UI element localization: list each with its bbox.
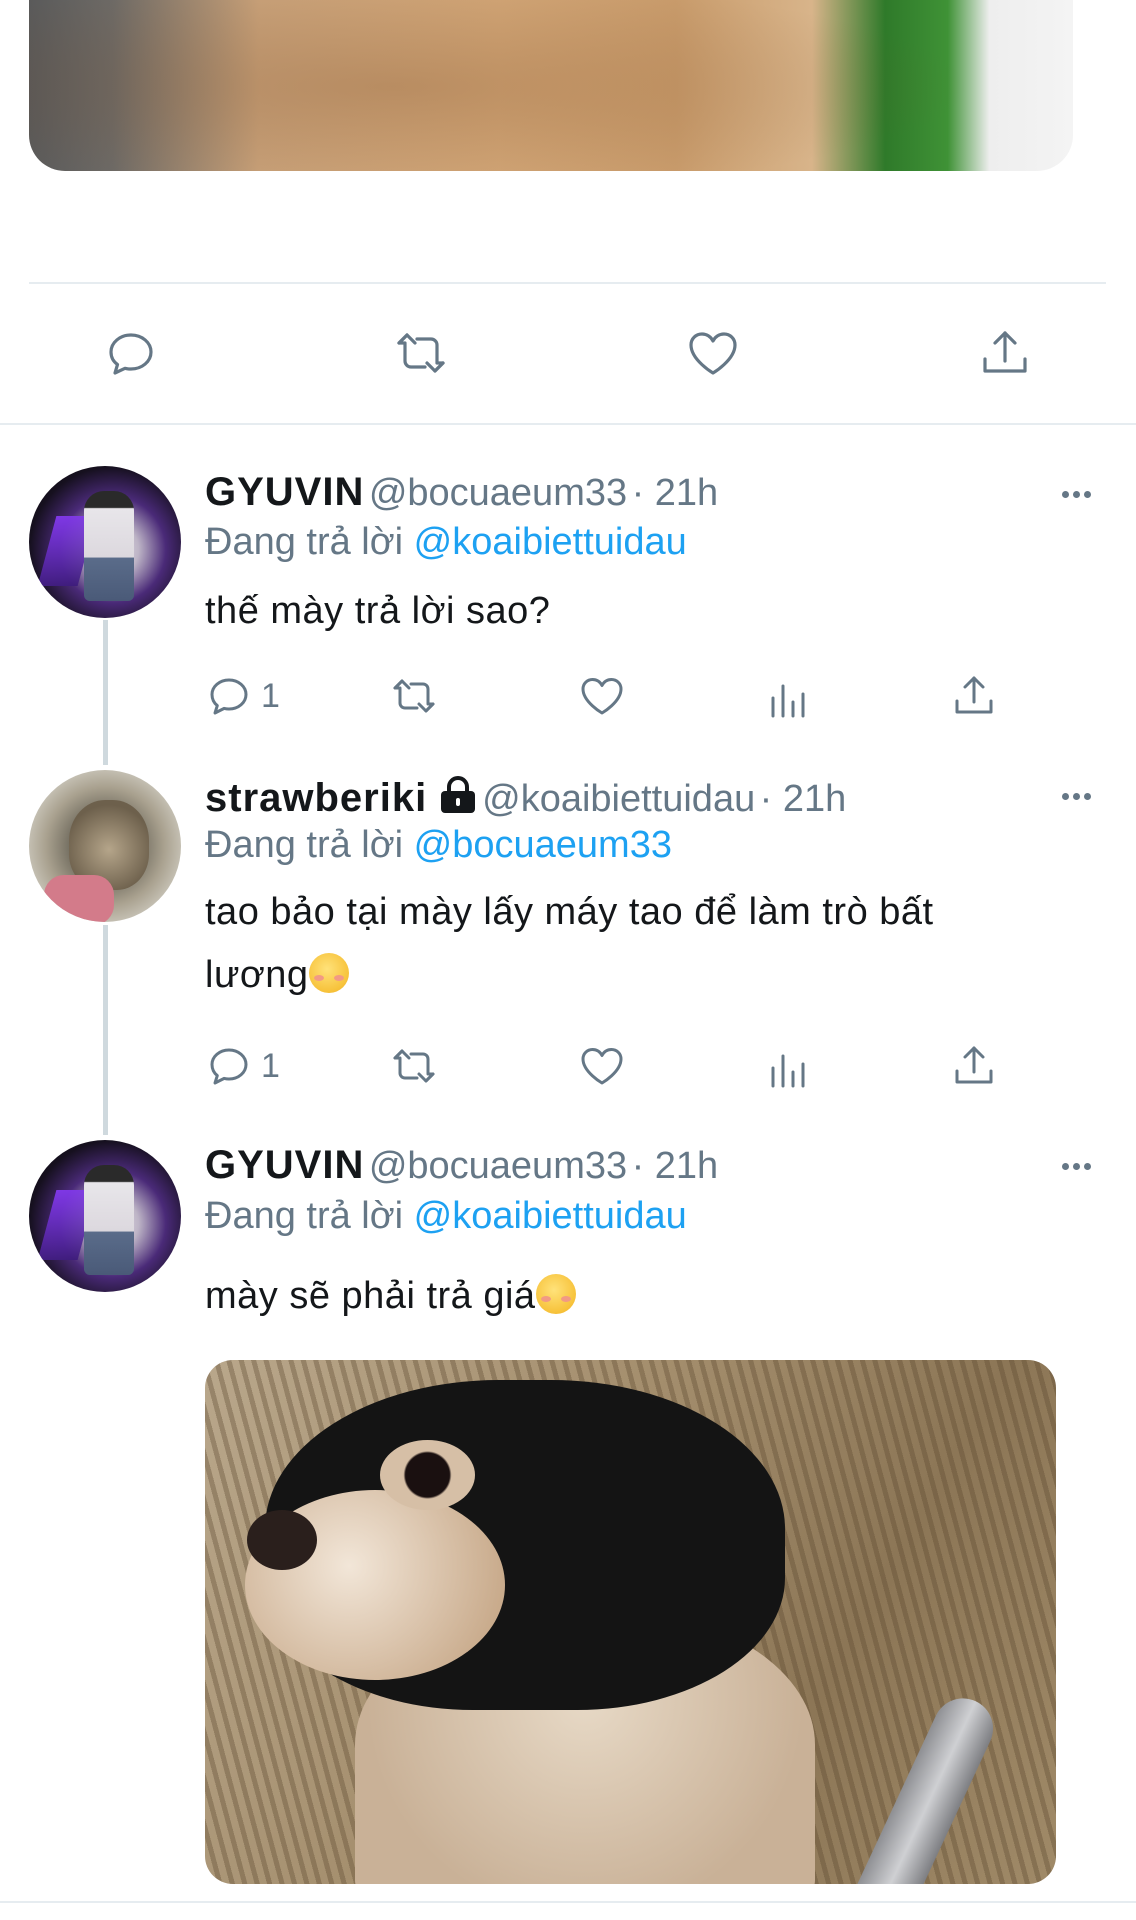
dot bbox=[1061, 792, 1069, 800]
analytics-icon bbox=[771, 684, 805, 718]
mention-link[interactable]: @koaibiettuidau bbox=[414, 1195, 687, 1237]
tweet-header: GYUVIN @bocuaeum33 · 21h bbox=[205, 1143, 718, 1188]
more-options-icon[interactable] bbox=[1058, 476, 1094, 512]
tweet-text-line: tao bảo tại mày lấy máy tao để làm trò b… bbox=[205, 891, 934, 933]
dot bbox=[1072, 490, 1080, 498]
emoji-blush bbox=[560, 1296, 571, 1302]
dot bbox=[1072, 1162, 1080, 1170]
dog-nose bbox=[247, 1510, 317, 1570]
emoji-blush bbox=[333, 975, 344, 981]
retweet-icon bbox=[397, 333, 445, 373]
like-icon bbox=[689, 332, 737, 375]
avatar[interactable] bbox=[29, 770, 181, 922]
replying-to-label: Đang trả lời bbox=[205, 521, 414, 563]
like-button[interactable] bbox=[578, 1042, 626, 1090]
mention-link[interactable]: @bocuaeum33 bbox=[414, 824, 672, 866]
tweet-text: mày sẽ phải trả giá bbox=[205, 1265, 576, 1328]
timestamp[interactable]: · 21h bbox=[760, 778, 847, 820]
relieved-emoji-icon bbox=[308, 953, 349, 993]
avatar[interactable] bbox=[29, 1140, 181, 1292]
dot bbox=[1072, 792, 1080, 800]
thread-line bbox=[103, 620, 108, 765]
share-icon bbox=[983, 331, 1027, 373]
actions-bottom-divider bbox=[0, 423, 1136, 425]
like-icon bbox=[581, 1048, 623, 1085]
knife bbox=[847, 1688, 1003, 1884]
replying-to-label: Đang trả lời bbox=[205, 824, 414, 866]
replying-to-label: Đang trả lời bbox=[205, 1195, 414, 1237]
share-icon bbox=[955, 676, 993, 714]
smirk-emoji-icon bbox=[535, 1274, 576, 1314]
reply-button[interactable] bbox=[103, 325, 159, 381]
analytics-icon bbox=[771, 1054, 805, 1088]
emoji-blush bbox=[313, 975, 324, 981]
tweet-text-line: lương bbox=[205, 944, 934, 1007]
tweet-header: GYUVIN @bocuaeum33 · 21h bbox=[205, 470, 718, 515]
more-options-icon[interactable] bbox=[1058, 778, 1094, 814]
tweet-media-image[interactable] bbox=[205, 1360, 1056, 1884]
dot bbox=[1061, 490, 1069, 498]
user-handle[interactable]: @koaibiettuidau bbox=[482, 778, 755, 820]
timestamp[interactable]: · 21h bbox=[632, 472, 719, 514]
avatar-shirt bbox=[44, 875, 114, 922]
dot bbox=[1083, 1162, 1091, 1170]
user-handle[interactable]: @bocuaeum33 bbox=[369, 472, 627, 514]
dot bbox=[1083, 792, 1091, 800]
actions-top-divider bbox=[29, 282, 1106, 284]
replying-to: Đang trả lời @koaibiettuidau bbox=[205, 521, 687, 564]
tweet-text-body: mày sẽ phải trả giá bbox=[205, 1275, 536, 1317]
display-name[interactable]: GYUVIN bbox=[205, 470, 364, 514]
reply-button[interactable]: 1 bbox=[205, 1042, 280, 1090]
reply-icon bbox=[210, 1048, 248, 1085]
share-button[interactable] bbox=[950, 1042, 998, 1090]
like-icon bbox=[581, 678, 623, 715]
mention-link[interactable]: @koaibiettuidau bbox=[414, 521, 687, 563]
analytics-button[interactable] bbox=[765, 676, 813, 724]
share-button[interactable] bbox=[977, 325, 1033, 381]
reply-count: 1 bbox=[261, 676, 280, 715]
retweet-button[interactable] bbox=[390, 672, 438, 720]
avatar-figure bbox=[84, 1165, 134, 1275]
retweet-icon bbox=[393, 679, 435, 713]
reply-icon bbox=[210, 678, 248, 715]
share-button[interactable] bbox=[950, 672, 998, 720]
media-shade bbox=[29, 0, 1073, 171]
replying-to: Đang trả lời @bocuaeum33 bbox=[205, 824, 672, 867]
timestamp[interactable]: · 21h bbox=[632, 1145, 719, 1187]
avatar-figure bbox=[84, 491, 134, 601]
retweet-button[interactable] bbox=[390, 1042, 438, 1090]
avatar[interactable] bbox=[29, 466, 181, 618]
reply-count: 1 bbox=[261, 1046, 280, 1085]
like-button[interactable] bbox=[578, 672, 626, 720]
bottom-divider bbox=[0, 1901, 1136, 1903]
retweet-icon bbox=[393, 1049, 435, 1083]
display-name[interactable]: strawberiki bbox=[205, 776, 427, 820]
tweet-text: thế mày trả lời sao? bbox=[205, 590, 551, 632]
parent-tweet-media[interactable] bbox=[29, 0, 1073, 171]
like-button[interactable] bbox=[685, 325, 741, 381]
dog-eye bbox=[380, 1440, 475, 1510]
user-handle[interactable]: @bocuaeum33 bbox=[369, 1145, 627, 1187]
share-icon bbox=[955, 1046, 993, 1084]
emoji-blush bbox=[540, 1296, 551, 1302]
retweet-button[interactable] bbox=[393, 325, 449, 381]
analytics-button[interactable] bbox=[765, 1046, 813, 1094]
dot bbox=[1083, 490, 1091, 498]
tweet-text-word: lương bbox=[205, 954, 309, 996]
replying-to: Đang trả lời @koaibiettuidau bbox=[205, 1195, 687, 1238]
lock-icon bbox=[440, 776, 475, 813]
tweet-header: strawberiki @koaibiettuidau · 21h bbox=[205, 775, 846, 821]
thread-line bbox=[103, 925, 108, 1135]
display-name[interactable]: GYUVIN bbox=[205, 1143, 364, 1187]
more-options-icon[interactable] bbox=[1058, 1148, 1094, 1184]
reply-icon bbox=[109, 333, 153, 375]
dot bbox=[1061, 1162, 1069, 1170]
tweet-text: tao bảo tại mày lấy máy tao để làm trò b… bbox=[205, 881, 934, 1007]
reply-button[interactable]: 1 bbox=[205, 672, 280, 720]
